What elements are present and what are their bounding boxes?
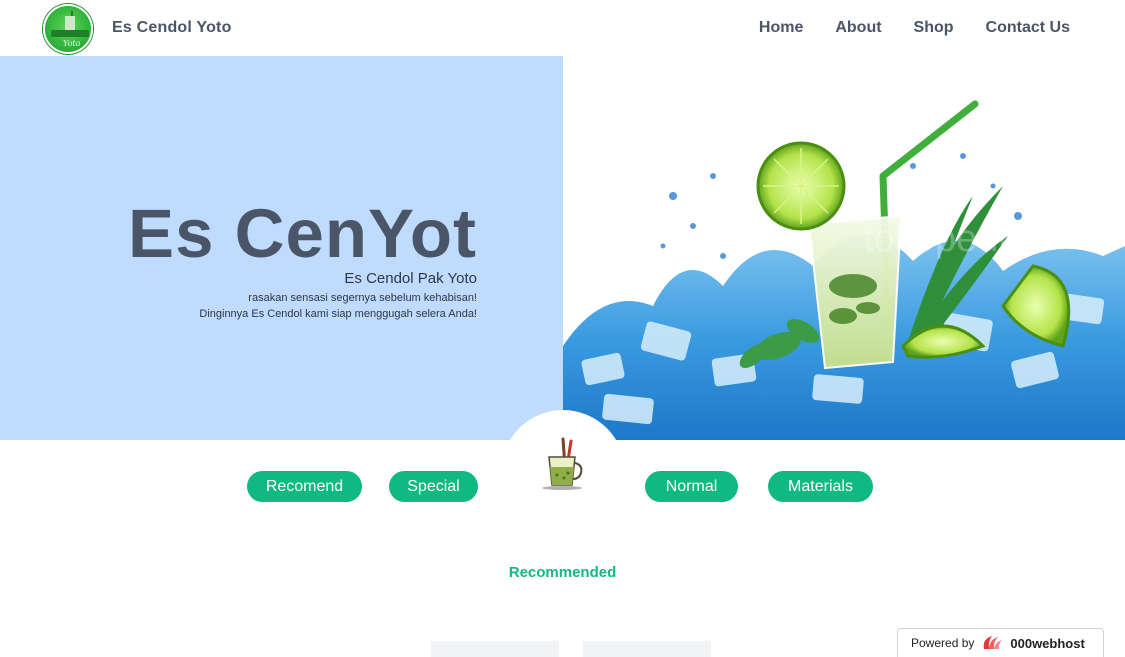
brand-name[interactable]: Es Cendol Yoto (112, 19, 232, 37)
image-watermark: tokopedia (863, 218, 1029, 260)
hero-title: Es CenYot (128, 195, 477, 272)
powered-by-brand: 000webhost (1010, 635, 1085, 651)
nav-link-home[interactable]: Home (759, 19, 803, 37)
main-nav: Home About Shop Contact Us (759, 19, 1070, 37)
hero-tagline-1: rasakan sensasi segernya sebelum kehabis… (248, 292, 477, 304)
product-card[interactable] (583, 641, 711, 657)
category-recomend-button[interactable]: Recomend (247, 471, 362, 502)
hero-drink-image: tokopedia (563, 56, 1125, 440)
drink-cup-icon (542, 437, 583, 490)
hero-subtitle: Es Cendol Pak Yoto (344, 270, 477, 287)
category-normal-button[interactable]: Normal (645, 471, 738, 502)
webhost-icon (984, 636, 1003, 649)
logo-text: Yoto (63, 39, 81, 48)
nav-link-shop[interactable]: Shop (914, 19, 954, 37)
section-title-recommended: Recommended (508, 564, 617, 581)
nav-link-about[interactable]: About (835, 19, 881, 37)
powered-by-badge[interactable]: Powered by 000webhost (897, 628, 1104, 657)
navbar: Yoto Es Cendol Yoto Home About Shop Cont… (0, 0, 1125, 56)
hero-tagline-2: Dinginnya Es Cendol kami siap menggugah … (199, 308, 477, 320)
nav-link-contact[interactable]: Contact Us (986, 19, 1070, 37)
powered-by-label: Powered by (911, 636, 975, 650)
category-materials-button[interactable]: Materials (768, 471, 873, 502)
category-special-button[interactable]: Special (389, 471, 478, 502)
logo-icon[interactable]: Yoto (43, 4, 93, 54)
product-card[interactable] (431, 641, 559, 657)
